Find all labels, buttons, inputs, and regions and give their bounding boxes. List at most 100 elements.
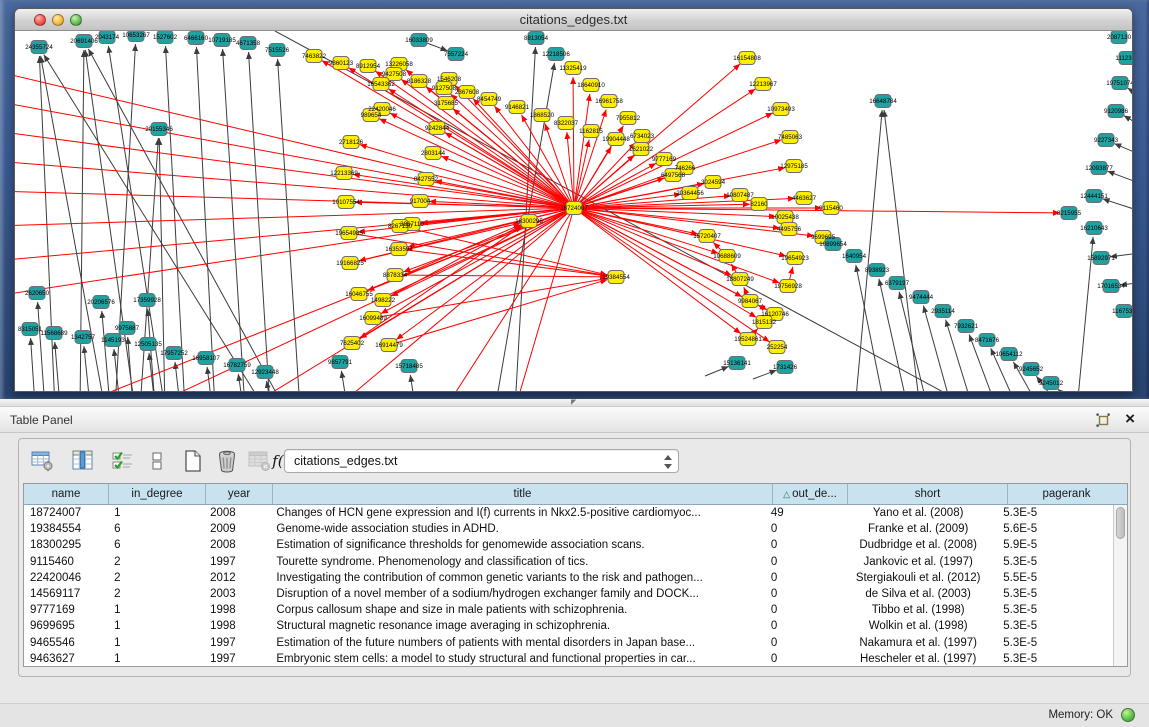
- table-row[interactable]: 1938455462009Genome-wide association stu…: [24, 521, 1113, 537]
- citation-edge-black[interactable]: [102, 311, 110, 391]
- citation-edge-red[interactable]: [574, 208, 1060, 213]
- show-hide-columns-icon[interactable]: [109, 447, 137, 475]
- cell-title[interactable]: Embryonic stem cells: a model to study s…: [270, 651, 764, 666]
- citation-edge-red[interactable]: [574, 94, 590, 208]
- cell-out_degree[interactable]: 0: [765, 651, 839, 666]
- citation-edge-black[interactable]: [84, 346, 90, 391]
- cell-year[interactable]: 1998: [204, 618, 270, 634]
- cell-out_degree[interactable]: 49: [765, 505, 839, 521]
- select-column-icon[interactable]: [69, 447, 97, 475]
- citation-edge-black[interactable]: [238, 374, 243, 391]
- cell-short[interactable]: Yano et al. (2008): [839, 505, 997, 521]
- cell-title[interactable]: Changes of HCN gene expression and I(f) …: [270, 505, 764, 521]
- column-settings-icon[interactable]: [29, 447, 57, 475]
- citation-edge-black[interactable]: [705, 366, 729, 376]
- cell-in_degree[interactable]: 2: [108, 570, 204, 586]
- cell-title[interactable]: Genome-wide association studies in ADHD.: [270, 521, 764, 537]
- cell-out_degree[interactable]: 0: [765, 635, 839, 651]
- delete-icon[interactable]: [213, 447, 241, 475]
- citation-edge-red[interactable]: [573, 77, 574, 208]
- table-row[interactable]: 911546021997Tourette syndrome. Phenomeno…: [24, 554, 1113, 570]
- divider-handle-icon[interactable]: ◤: [571, 400, 581, 406]
- new-document-icon[interactable]: [179, 447, 207, 475]
- network-window[interactable]: citations_edges.txt 18724007183002951938…: [14, 8, 1133, 392]
- cell-in_degree[interactable]: 1: [108, 618, 204, 634]
- cell-title[interactable]: Corpus callosum shape and size in male p…: [270, 602, 764, 618]
- citation-edge-black[interactable]: [923, 306, 952, 391]
- table-row[interactable]: 946362711997Embryonic stem cells: a mode…: [24, 651, 1113, 666]
- cell-out_degree[interactable]: 0: [765, 586, 839, 602]
- cell-out_degree[interactable]: 0: [765, 570, 839, 586]
- citation-edge-red[interactable]: [352, 226, 522, 343]
- close-panel-icon[interactable]: ×: [1125, 409, 1135, 429]
- network-canvas[interactable]: 1872400718300295193845547463822986012389…: [15, 31, 1132, 391]
- citation-edge-red[interactable]: [445, 133, 574, 208]
- cell-name[interactable]: 9115460: [24, 554, 108, 570]
- cell-in_degree[interactable]: 1: [108, 602, 204, 618]
- delete-table-icon[interactable]: [245, 447, 273, 475]
- citation-edge-black[interactable]: [1107, 171, 1132, 189]
- citation-edge-black[interactable]: [1058, 389, 1080, 391]
- scrollbar-thumb[interactable]: [1116, 507, 1125, 539]
- table-row[interactable]: 1456911722003Disruption of a novel membe…: [24, 586, 1113, 602]
- citation-edge-red[interactable]: [389, 280, 607, 345]
- cell-name[interactable]: 18300295: [24, 537, 108, 553]
- citation-edge-red[interactable]: [399, 249, 607, 276]
- table-row[interactable]: 969969511998Structural magnetic resonanc…: [24, 618, 1113, 634]
- cell-in_degree[interactable]: 2: [108, 554, 204, 570]
- cell-pagerank[interactable]: 5.6E-5: [997, 521, 1113, 537]
- cell-name[interactable]: 9699695: [24, 618, 108, 634]
- rows-icon[interactable]: [143, 447, 171, 475]
- citation-edge-black[interactable]: [1124, 116, 1132, 134]
- cell-out_degree[interactable]: 0: [765, 554, 839, 570]
- citation-edge-black[interactable]: [1103, 199, 1132, 216]
- column-header-short[interactable]: short: [848, 484, 1008, 504]
- cell-name[interactable]: 9465546: [24, 635, 108, 651]
- cell-year[interactable]: 1997: [204, 554, 270, 570]
- cell-short[interactable]: Tibbo et al. (1998): [839, 602, 997, 618]
- cell-out_degree[interactable]: 0: [765, 618, 839, 634]
- cell-name[interactable]: 19384554: [24, 521, 108, 537]
- cell-in_degree[interactable]: 6: [108, 537, 204, 553]
- cell-name[interactable]: 22420046: [24, 570, 108, 586]
- cell-short[interactable]: Hescheler et al. (1997): [839, 651, 997, 666]
- table-row[interactable]: 2242004622012Investigating the contribut…: [24, 570, 1113, 586]
- cell-year[interactable]: 2008: [204, 537, 270, 553]
- cell-short[interactable]: de Silva et al. (2003): [839, 586, 997, 602]
- cell-title[interactable]: Structural magnetic resonance image aver…: [270, 618, 764, 634]
- cell-name[interactable]: 9777169: [24, 602, 108, 618]
- cell-year[interactable]: 2012: [204, 570, 270, 586]
- citation-edge-red[interactable]: [15, 208, 574, 296]
- citation-network-graph[interactable]: 1872400718300295193845547463822986012389…: [15, 31, 1132, 391]
- citation-edge-black[interactable]: [753, 370, 777, 379]
- table-row[interactable]: 1830029562008Estimation of significance …: [24, 537, 1113, 553]
- table-row[interactable]: 946554611997Estimation of the future num…: [24, 635, 1113, 651]
- cell-year[interactable]: 2009: [204, 521, 270, 537]
- citation-edge-black[interactable]: [879, 279, 908, 391]
- citation-edge-red[interactable]: [574, 89, 755, 208]
- cell-name[interactable]: 14569117: [24, 586, 108, 602]
- citation-edge-black[interactable]: [39, 56, 55, 391]
- cell-name[interactable]: 18724007: [24, 505, 108, 521]
- table-selector-dropdown[interactable]: citations_edges.txt: [284, 449, 679, 473]
- column-header-out_degree[interactable]: △out_de...: [773, 484, 848, 504]
- cell-short[interactable]: Jankovic et al. (1997): [839, 554, 997, 570]
- citation-edge-black[interactable]: [410, 375, 415, 391]
- citation-edge-black[interactable]: [55, 342, 60, 391]
- citation-edge-black[interactable]: [38, 302, 45, 391]
- citation-edge-red[interactable]: [445, 208, 574, 391]
- table-row[interactable]: 977716911998Corpus callosum shape and si…: [24, 602, 1113, 618]
- citation-edge-red[interactable]: [360, 145, 574, 208]
- panel-divider[interactable]: ◤: [0, 399, 1149, 407]
- cell-pagerank[interactable]: 5.3E-5: [997, 554, 1113, 570]
- citation-edge-black[interactable]: [1114, 144, 1132, 161]
- citation-edge-red[interactable]: [574, 208, 780, 283]
- cell-year[interactable]: 1998: [204, 602, 270, 618]
- cell-pagerank[interactable]: 5.5E-5: [997, 570, 1113, 586]
- cell-title[interactable]: Estimation of significance thresholds fo…: [270, 537, 764, 553]
- cell-year[interactable]: 2008: [204, 505, 270, 521]
- citation-edge-black[interactable]: [884, 110, 920, 391]
- citation-edge-red[interactable]: [15, 161, 574, 208]
- cell-in_degree[interactable]: 1: [108, 651, 204, 666]
- cell-out_degree[interactable]: 0: [765, 521, 839, 537]
